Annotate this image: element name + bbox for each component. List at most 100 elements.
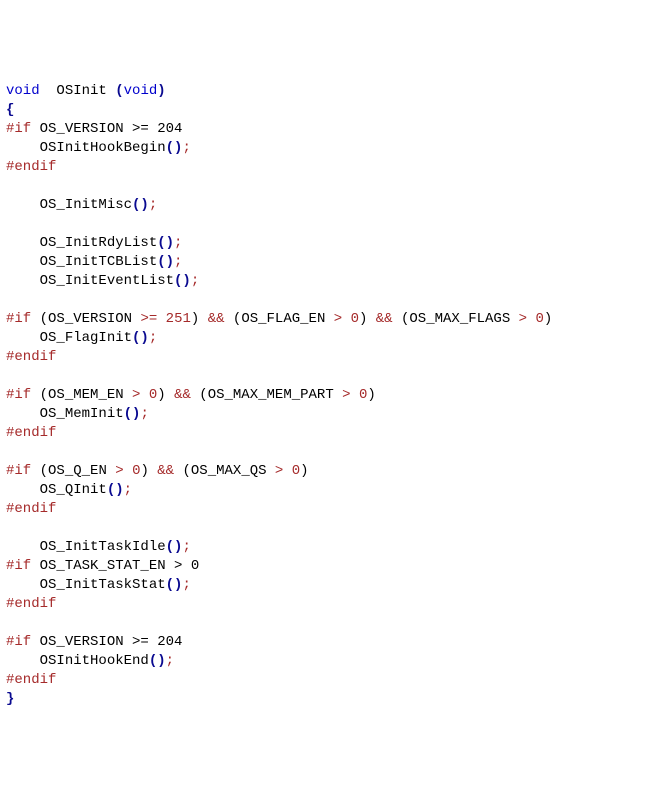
keyword: void [124,83,158,99]
space [40,83,57,99]
indent [6,406,40,422]
paren: () [132,330,149,346]
paren: ( [31,387,48,403]
code-line: #endif [6,672,56,688]
code-line: #endif [6,596,56,612]
paren: ( [183,463,191,479]
identifier: OS_MAX_QS [191,463,275,479]
number: 251 [166,311,191,327]
function-call: OS_InitRdyList [40,235,158,251]
number: 0 [292,463,300,479]
code-line: OS_InitRdyList(); [6,235,182,251]
identifier: OS_MEM_EN [48,387,132,403]
keyword: void [6,83,40,99]
brace: } [6,691,14,707]
code-line: #if OS_TASK_STAT_EN > 0 [6,558,199,574]
function-call: OS_InitMisc [40,197,132,213]
semicolon: ; [124,482,132,498]
indent [6,235,40,251]
code-line: OS_InitMisc(); [6,197,157,213]
indent [6,539,40,555]
function-call: OS_QInit [40,482,107,498]
semicolon: ; [191,273,199,289]
indent [6,577,40,593]
preprocessor: #if [6,311,31,327]
code-line: #if OS_VERSION >= 204 [6,121,182,137]
function-call: OS_InitEventList [40,273,174,289]
semicolon: ; [149,197,157,213]
paren: ( [115,83,123,99]
operator: > [275,463,292,479]
function-call: OS_InitTaskStat [40,577,166,593]
code-line: #endif [6,501,56,517]
operator: && [376,311,401,327]
function-name: OSInit [56,83,115,99]
number: 0 [149,387,157,403]
operator: > [519,311,536,327]
paren: ) [359,311,376,327]
paren: () [132,197,149,213]
operator: && [208,311,233,327]
preprocessor: #endif [6,596,56,612]
number: 0 [351,311,359,327]
pp-cond: OS_VERSION >= 204 [31,121,182,137]
paren: () [157,235,174,251]
preprocessor: #endif [6,672,56,688]
preprocessor: #if [6,634,31,650]
paren: ) [157,387,174,403]
code-line: OS_InitTaskIdle(); [6,539,191,555]
preprocessor: #endif [6,159,56,175]
function-call: OS_MemInit [40,406,124,422]
paren: ) [544,311,552,327]
semicolon: ; [174,254,182,270]
identifier: OS_Q_EN [48,463,115,479]
semicolon: ; [174,235,182,251]
identifier: OS_MAX_FLAGS [409,311,518,327]
semicolon: ; [182,539,190,555]
paren: () [124,406,141,422]
indent [6,254,40,270]
indent [6,197,40,213]
semicolon: ; [182,577,190,593]
semicolon: ; [140,406,148,422]
operator: > [132,387,149,403]
operator: > [115,463,132,479]
code-line: OS_FlagInit(); [6,330,157,346]
paren: ) [157,83,165,99]
paren: ( [199,387,207,403]
code-line: #endif [6,349,56,365]
function-call: OSInitHookBegin [40,140,166,156]
brace: { [6,102,14,118]
operator: > [334,311,351,327]
paren: ) [367,387,375,403]
code-line: OSInitHookEnd(); [6,653,174,669]
code-line: OS_InitTCBList(); [6,254,182,270]
function-call: OS_InitTCBList [40,254,158,270]
preprocessor: #if [6,121,31,137]
code-line: OS_MemInit(); [6,406,149,422]
paren: ( [31,463,48,479]
code-line: OS_InitEventList(); [6,273,199,289]
code-line: } [6,691,14,707]
code-line: #if (OS_MEM_EN > 0) && (OS_MAX_MEM_PART … [6,387,376,403]
preprocessor: #if [6,387,31,403]
code-line: OS_InitTaskStat(); [6,577,191,593]
paren: ) [191,311,208,327]
code-line: OSInitHookBegin(); [6,140,191,156]
code-line: #endif [6,159,56,175]
operator: > [342,387,359,403]
paren: ( [31,311,48,327]
code-line: void OSInit (void) [6,83,166,99]
preprocessor: #endif [6,349,56,365]
identifier: OS_FLAG_EN [241,311,333,327]
indent [6,273,40,289]
paren: () [166,539,183,555]
pp-cond: OS_VERSION >= 204 [31,634,182,650]
preprocessor: #if [6,463,31,479]
code-line: { [6,102,14,118]
paren: ) [300,463,308,479]
code-line: OS_QInit(); [6,482,132,498]
identifier: OS_VERSION [48,311,140,327]
preprocessor: #endif [6,501,56,517]
source-code: void OSInit (void) { #if OS_VERSION >= 2… [6,82,644,709]
